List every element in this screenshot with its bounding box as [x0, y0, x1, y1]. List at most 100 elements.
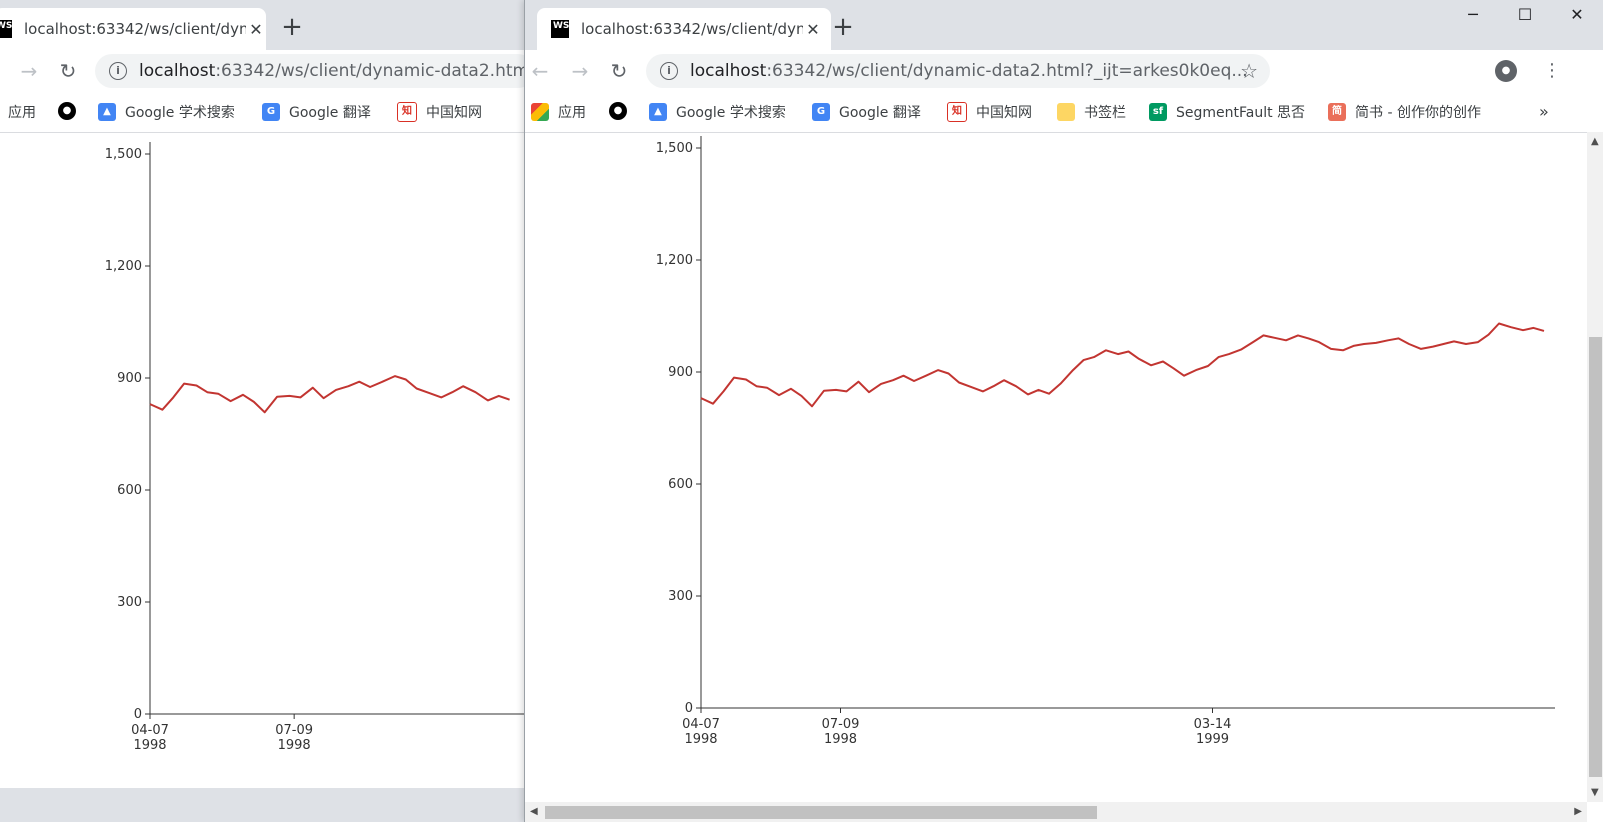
- cnki-icon: 知: [397, 102, 417, 122]
- menu-icon[interactable]: ⋮: [1537, 56, 1567, 86]
- scholar-icon: ▲: [649, 103, 667, 121]
- bookmark-label: Google 学术搜索: [676, 105, 786, 121]
- translate-icon: G: [262, 103, 280, 121]
- translate-icon: G: [812, 103, 830, 121]
- browser-tab[interactable]: WS localhost:63342/ws/client/dyn ✕: [0, 8, 266, 50]
- browser-toolbar: → ↻ i localhost:63342/ws/client/dynamic-…: [0, 50, 525, 92]
- x-tick-label: 07-09: [275, 723, 313, 738]
- x-tick-label-year: 1998: [824, 732, 857, 747]
- bookmark-google-translate[interactable]: G Google 翻译: [812, 102, 921, 122]
- cnki-icon: 知: [947, 102, 967, 122]
- evernote-icon[interactable]: E: [1441, 60, 1463, 82]
- y-tick-label: 1,200: [105, 259, 142, 274]
- y-tick-label: 1,500: [105, 147, 142, 162]
- scroll-down-icon[interactable]: ▼: [1591, 787, 1599, 798]
- y-tick-label: 1,500: [656, 141, 693, 156]
- bookmark-star-icon[interactable]: ☆: [1240, 59, 1258, 83]
- tab-strip: WS localhost:63342/ws/client/dyn ✕ +: [0, 0, 525, 50]
- y-tick-label: 0: [685, 701, 693, 716]
- y-tick-label: 600: [117, 483, 142, 498]
- address-bar[interactable]: i localhost:63342/ws/client/dynamic-data…: [95, 54, 525, 88]
- url-path: :63342/ws/client/dynamic-data2.htm: [215, 61, 525, 81]
- site-info-icon[interactable]: i: [660, 62, 678, 80]
- bookmark-folder[interactable]: 书签栏: [1057, 102, 1126, 122]
- bookmark-jianshu[interactable]: 简 简书 - 创作你的创作: [1328, 102, 1481, 122]
- bookmarks-bar: 应用 ● ▲ Google 学术搜索 G Google 翻译 知 中国知网: [0, 92, 525, 133]
- bookmark-label: 简书 - 创作你的创作: [1355, 105, 1481, 121]
- apps-icon: [531, 103, 549, 121]
- jianshu-icon: 简: [1328, 103, 1346, 121]
- fe-helper-icon[interactable]: FE: [1285, 60, 1307, 82]
- bookmark-label: Google 学术搜索: [125, 105, 235, 121]
- bookmark-apps[interactable]: 应用: [8, 102, 36, 122]
- vertical-scroll-thumb[interactable]: [1589, 337, 1602, 777]
- minimize-button[interactable]: ─: [1450, 0, 1496, 30]
- horizontal-scrollbar[interactable]: ◀ ▶: [525, 802, 1587, 822]
- bookmarks-overflow-button[interactable]: »: [1539, 102, 1549, 121]
- line-chart: 03006009001,2001,50004-07199807-091998: [105, 142, 525, 753]
- address-bar[interactable]: i localhost:63342/ws/client/dynamic-data…: [646, 54, 1270, 88]
- site-info-icon[interactable]: i: [109, 62, 127, 80]
- new-tab-button[interactable]: +: [829, 14, 857, 42]
- bookmark-apps[interactable]: 应用: [531, 102, 586, 122]
- close-window-button[interactable]: ✕: [1554, 0, 1600, 30]
- reload-button[interactable]: ↻: [53, 56, 83, 86]
- scroll-right-icon[interactable]: ▶: [1574, 806, 1582, 817]
- tab-title: localhost:63342/ws/client/dyn: [581, 20, 803, 38]
- webstorm-favicon-icon: WS: [0, 20, 12, 38]
- bookmark-github[interactable]: ●: [609, 102, 636, 120]
- x-tick-label-year: 1998: [133, 738, 166, 753]
- series-line: [700, 322, 1545, 408]
- browser-window-back: WS localhost:63342/ws/client/dyn ✕ + → ↻…: [0, 0, 525, 822]
- profile-icon[interactable]: ●: [1495, 60, 1517, 82]
- url-host: localhost: [139, 61, 216, 81]
- y-tick-label: 900: [668, 365, 693, 380]
- url-host: localhost: [690, 61, 767, 81]
- x-tick-label: 04-07: [131, 723, 169, 738]
- bookmark-google-scholar[interactable]: ▲ Google 学术搜索: [649, 102, 786, 122]
- github-icon: ●: [609, 102, 627, 120]
- bookmark-label: 应用: [558, 105, 586, 121]
- tab-title: localhost:63342/ws/client/dyn: [24, 20, 246, 38]
- reload-button[interactable]: ↻: [604, 56, 634, 86]
- y-tick-label: 1,200: [656, 253, 693, 268]
- x-tick-label: 07-09: [822, 717, 860, 732]
- color-wheel-icon[interactable]: ●: [1363, 60, 1385, 82]
- scroll-left-icon[interactable]: ◀: [530, 806, 538, 817]
- y-tick-label: 900: [117, 371, 142, 386]
- new-tab-button[interactable]: +: [278, 14, 306, 42]
- bookmark-cnki[interactable]: 知 中国知网: [397, 102, 482, 122]
- url-path: :63342/ws/client/dynamic-data2.html?_ijt…: [766, 61, 1248, 81]
- bookmark-label: Google 翻译: [839, 105, 921, 121]
- x-tick-label: 03-14: [1194, 717, 1232, 732]
- back-button[interactable]: ←: [525, 56, 555, 86]
- bookmark-label: Google 翻译: [289, 105, 371, 121]
- series-line: [149, 375, 510, 414]
- bookmark-google-scholar[interactable]: ▲ Google 学术搜索: [98, 102, 235, 122]
- tab-strip: WS localhost:63342/ws/client/dyn ✕ + ─ ☐…: [525, 0, 1603, 50]
- bookmark-label: 中国知网: [426, 105, 482, 121]
- tab-close-icon[interactable]: ✕: [803, 20, 823, 39]
- horizontal-scroll-thumb[interactable]: [545, 806, 1097, 819]
- tab-close-icon[interactable]: ✕: [246, 20, 266, 39]
- bookmark-segmentfault[interactable]: sf SegmentFault 思否: [1149, 102, 1305, 122]
- folder-icon: [1057, 103, 1075, 121]
- forward-button[interactable]: →: [565, 56, 595, 86]
- x-tick-label: 04-07: [682, 717, 720, 732]
- maximize-button[interactable]: ☐: [1502, 0, 1548, 30]
- browser-toolbar: ← → ↻ i localhost:63342/ws/client/dynami…: [525, 50, 1603, 92]
- scroll-up-icon[interactable]: ▲: [1591, 136, 1599, 147]
- vertical-scrollbar[interactable]: ▲ ▼: [1587, 132, 1603, 802]
- bookmark-cnki[interactable]: 知 中国知网: [947, 102, 1032, 122]
- y-tick-label: 600: [668, 477, 693, 492]
- bookmark-google-translate[interactable]: G Google 翻译: [262, 102, 371, 122]
- vue-icon[interactable]: V: [1402, 60, 1424, 82]
- download-icon[interactable]: ⇊: [1324, 60, 1346, 82]
- y-tick-label: 300: [117, 595, 142, 610]
- browser-tab[interactable]: WS localhost:63342/ws/client/dyn ✕: [537, 8, 831, 50]
- bookmark-github[interactable]: ●: [58, 102, 85, 120]
- x-tick-label-year: 1999: [1196, 732, 1229, 747]
- line-chart: 03006009001,2001,50004-07199807-09199803…: [656, 136, 1555, 747]
- forward-button[interactable]: →: [14, 56, 44, 86]
- y-tick-label: 300: [668, 589, 693, 604]
